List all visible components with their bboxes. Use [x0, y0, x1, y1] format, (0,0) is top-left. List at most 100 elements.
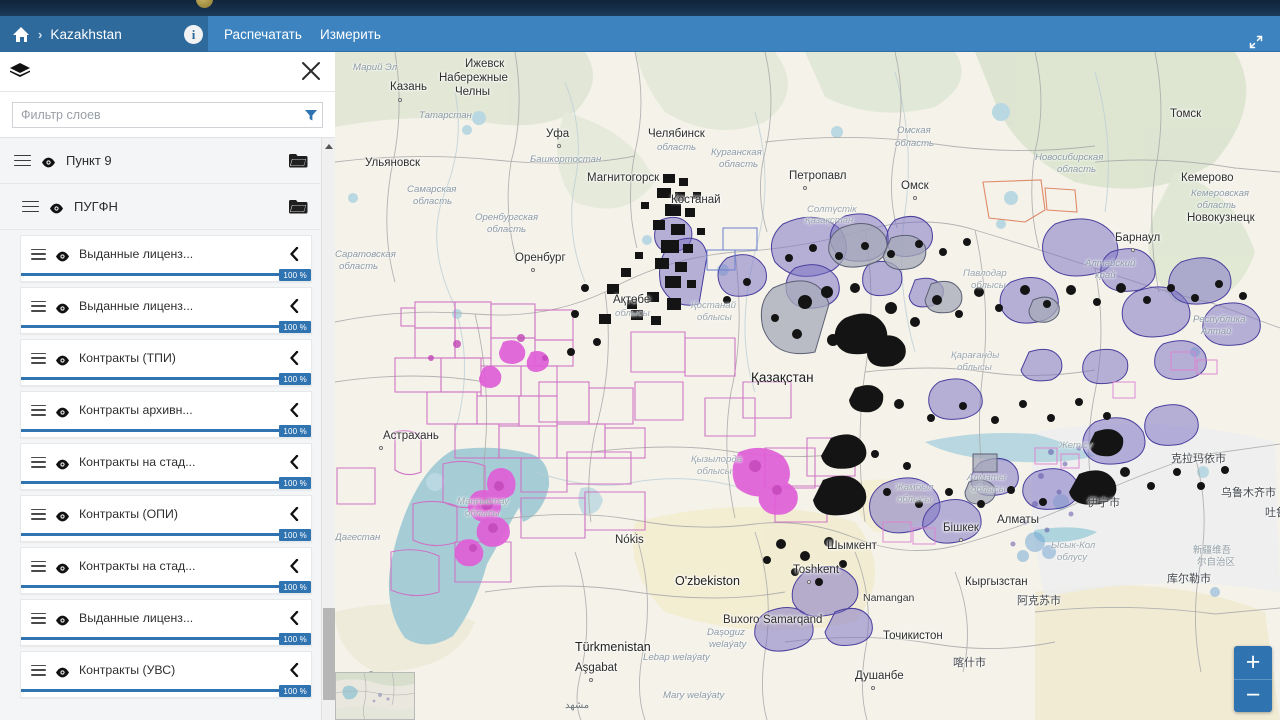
opacity-slider-track[interactable] [21, 377, 311, 380]
opacity-slider[interactable]: 100 % [21, 321, 311, 333]
opacity-slider-track[interactable] [21, 325, 311, 328]
layer-item[interactable]: Контракты на стад... 100 % [20, 443, 312, 490]
city-dot [807, 580, 811, 584]
drag-handle-icon[interactable] [22, 200, 39, 213]
zoom-controls[interactable]: + − [1234, 646, 1272, 712]
eye-icon[interactable] [55, 613, 70, 625]
layer-item[interactable]: Контракты (УВС) 100 % [20, 651, 312, 698]
drag-handle-icon[interactable] [31, 404, 46, 416]
drag-handle-icon[interactable] [31, 300, 46, 312]
opacity-slider-track[interactable] [21, 429, 311, 432]
opacity-slider[interactable]: 100 % [21, 581, 311, 593]
overview-map[interactable] [335, 672, 415, 720]
opacity-slider[interactable]: 100 % [21, 373, 311, 385]
opacity-slider[interactable]: 100 % [21, 477, 311, 489]
chevron-left-icon[interactable] [287, 559, 301, 573]
layer-item[interactable]: Контракты архивн... 100 % [20, 391, 312, 438]
layer-group-row[interactable]: Пункт 9 [0, 138, 320, 184]
drag-handle-icon[interactable] [31, 248, 46, 260]
chevron-left-icon[interactable] [287, 663, 301, 677]
layer-item-name: Контракты на стад... [79, 455, 196, 469]
chevron-left-icon[interactable] [287, 507, 301, 521]
drag-handle-icon[interactable] [31, 508, 46, 520]
layer-group: Пункт 9 [0, 138, 320, 184]
layer-item[interactable]: Контракты (ТПИ) 100 % [20, 339, 312, 386]
filter-input-wrapper[interactable] [12, 101, 323, 128]
browser-top-strip [0, 0, 1280, 16]
eye-icon[interactable] [55, 353, 70, 365]
layer-item-row[interactable]: Контракты (ТПИ) [21, 340, 311, 376]
opacity-value: 100 % [279, 269, 311, 281]
filter-input[interactable] [13, 102, 300, 127]
eye-icon[interactable] [55, 509, 70, 521]
layer-item[interactable]: Выданные лиценз... 100 % [20, 599, 312, 646]
layer-item-row[interactable]: Выданные лиценз... [21, 236, 311, 272]
city-dot [803, 186, 807, 190]
drag-handle-icon[interactable] [31, 352, 46, 364]
opacity-slider[interactable]: 100 % [21, 425, 311, 437]
chevron-left-icon[interactable] [287, 403, 301, 417]
opacity-slider-track[interactable] [21, 637, 311, 640]
city-dot [531, 268, 535, 272]
info-button[interactable]: i [184, 25, 203, 44]
drag-handle-icon[interactable] [31, 456, 46, 468]
map-canvas[interactable]: Марий Эл Ижевск Набережные Челны Казань Татар… [335, 52, 1280, 720]
layer-group-name: ПУГФН [74, 199, 118, 214]
home-icon[interactable] [13, 26, 30, 42]
layer-item-row[interactable]: Контракты (ОПИ) [21, 496, 311, 532]
chevron-left-icon[interactable] [287, 611, 301, 625]
opacity-slider[interactable]: 100 % [21, 269, 311, 281]
chevron-left-icon[interactable] [287, 247, 301, 261]
scrollbar-thumb[interactable] [323, 608, 335, 700]
layer-item-row[interactable]: Контракты на стад... [21, 548, 311, 584]
close-icon[interactable] [299, 59, 323, 83]
layer-item[interactable]: Выданные лиценз... 100 % [20, 235, 312, 282]
layer-item-row[interactable]: Выданные лиценз... [21, 600, 311, 636]
eye-icon[interactable] [49, 201, 64, 214]
layer-item-name: Контракты (УВС) [79, 663, 176, 677]
eye-icon[interactable] [41, 155, 56, 168]
eye-icon[interactable] [55, 405, 70, 417]
layers-panel: Пункт 9 ПУГФН Выданные лиценз... 100 % [0, 52, 335, 720]
breadcrumb[interactable]: › Kazakhstan [0, 16, 208, 52]
drag-handle-icon[interactable] [14, 154, 31, 167]
opacity-slider-track[interactable] [21, 481, 311, 484]
layer-list-scrollbar[interactable] [321, 138, 335, 720]
expand-icon[interactable] [1248, 34, 1264, 50]
layer-list[interactable]: Пункт 9 ПУГФН Выданные лиценз... 100 % В… [0, 138, 335, 720]
layer-item-row[interactable]: Контракты на стад... [21, 444, 311, 480]
chevron-left-icon[interactable] [287, 299, 301, 313]
drag-handle-icon[interactable] [31, 664, 46, 676]
opacity-slider[interactable]: 100 % [21, 529, 311, 541]
eye-icon[interactable] [55, 665, 70, 677]
opacity-slider-track[interactable] [21, 689, 311, 692]
layer-item[interactable]: Контракты (ОПИ) 100 % [20, 495, 312, 542]
opacity-slider[interactable]: 100 % [21, 685, 311, 697]
zoom-out-button[interactable]: − [1234, 680, 1272, 713]
eye-icon[interactable] [55, 301, 70, 313]
chevron-left-icon[interactable] [287, 351, 301, 365]
folder-icon[interactable] [289, 199, 308, 214]
layer-item-row[interactable]: Контракты архивн... [21, 392, 311, 428]
zoom-in-button[interactable]: + [1234, 646, 1272, 680]
drag-handle-icon[interactable] [31, 612, 46, 624]
layer-item-row[interactable]: Контракты (УВС) [21, 652, 311, 688]
funnel-icon[interactable] [300, 108, 322, 122]
chevron-left-icon[interactable] [287, 455, 301, 469]
drag-handle-icon[interactable] [31, 560, 46, 572]
opacity-slider-track[interactable] [21, 533, 311, 536]
eye-icon[interactable] [55, 249, 70, 261]
scroll-up-arrow[interactable] [322, 138, 336, 154]
layer-item[interactable]: Контракты на стад... 100 % [20, 547, 312, 594]
measure-menu-item[interactable]: Измерить [320, 16, 381, 52]
layer-group-row[interactable]: ПУГФН [0, 184, 320, 230]
opacity-slider-track[interactable] [21, 273, 311, 276]
opacity-slider[interactable]: 100 % [21, 633, 311, 645]
layer-item[interactable]: Выданные лиценз... 100 % [20, 287, 312, 334]
print-menu-item[interactable]: Распечатать [224, 16, 302, 52]
layer-item-row[interactable]: Выданные лиценз... [21, 288, 311, 324]
opacity-slider-track[interactable] [21, 585, 311, 588]
eye-icon[interactable] [55, 457, 70, 469]
folder-icon[interactable] [289, 153, 308, 168]
eye-icon[interactable] [55, 561, 70, 573]
